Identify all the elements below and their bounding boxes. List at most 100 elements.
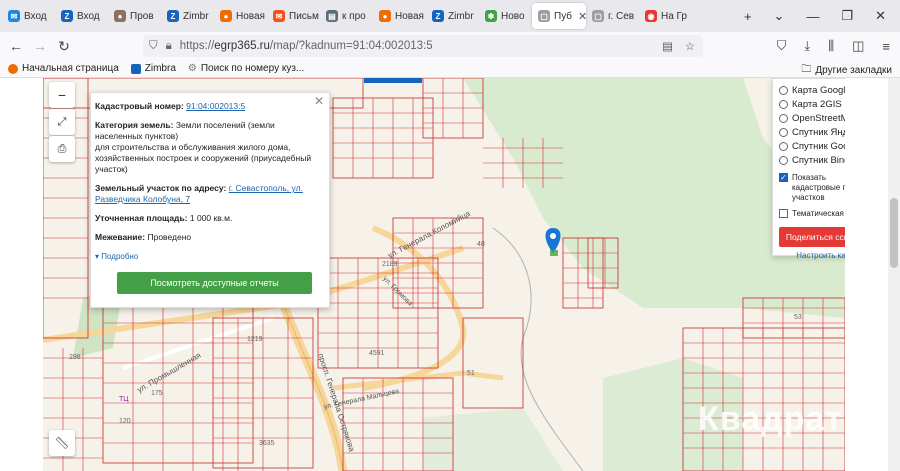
tab-0[interactable]: ✉ Вход [2, 3, 55, 29]
tab-label: Zimbr [448, 10, 474, 22]
owl-icon: ● [114, 10, 126, 22]
menu-icon[interactable]: ≡ [882, 39, 890, 54]
page-gutter-left [0, 78, 43, 471]
window-controls: + ⌄ — ❐ ✕ [744, 0, 900, 32]
show-boundaries-checkbox[interactable]: ✓Показать кадастровые границы участков [779, 173, 845, 203]
tab-10-active[interactable]: ▢ Пуб ✕ [532, 3, 586, 29]
reload-icon[interactable]: ↻ [52, 38, 76, 55]
scroll-thumb[interactable] [890, 198, 898, 268]
toolbar-right: ⛉ ⤓ ⫼ ◫ ≡ [777, 32, 890, 60]
layer-option-google-map[interactable]: Карта Google [779, 83, 845, 97]
tab-label: Вход [24, 10, 47, 22]
zimbra-icon: Z [61, 10, 73, 22]
pocket-icon[interactable]: ⛉ [777, 38, 787, 54]
page-icon: ▢ [592, 10, 604, 22]
doc-icon: ▤ [326, 10, 338, 22]
map-layers-panel: Карта Google Карта 2GIS OpenStreetMap Сп… [772, 78, 845, 260]
parcel-number: 53 [794, 314, 802, 321]
watermark-logo: Квадрат [698, 400, 844, 438]
restore-icon[interactable]: ❐ [841, 8, 853, 24]
firefox-icon: ● [379, 10, 391, 22]
other-bookmarks[interactable]: 🗀︎ Другие закладки [801, 62, 892, 79]
library-icon[interactable]: ⫼ [828, 38, 834, 54]
tab-label: Пуб [554, 10, 573, 22]
mail-icon: ✉ [8, 10, 20, 22]
top-banner-edge [364, 78, 422, 83]
zoom-in-button[interactable]: − [49, 82, 75, 108]
bookmarks-bar: Начальная страница Zimbra ⚙ Поиск по номе… [0, 60, 900, 78]
cadastral-map[interactable]: ул. Генерала Коломийца просп. Генерала О… [43, 78, 845, 471]
parcel-number: 298 [69, 354, 81, 361]
reader-icon[interactable]: ▤ [662, 39, 673, 53]
tab-2[interactable]: ● Пров [108, 3, 161, 29]
location-marker-icon [545, 228, 561, 256]
tab-label: Письм [289, 10, 319, 22]
address-bar[interactable]: ⛉ 🔒︎ https://egrp365.ru/map/?kadnum=91:0… [143, 35, 703, 57]
print-button[interactable]: ⎙ [49, 136, 75, 162]
parcel-number: 48 [477, 241, 485, 248]
close-icon[interactable]: ✕ [578, 10, 586, 23]
tab-bar: ✉ Вход Z Вход ● Пров Z Zimbr ● Новая ✉ Письм ▤… [0, 0, 900, 32]
bookmark-start-page[interactable]: Начальная страница [8, 63, 119, 74]
firefox-icon: ● [220, 10, 232, 22]
view-reports-button[interactable]: Посмотреть доступные отчеты [117, 272, 312, 294]
tab-12[interactable]: ◉ На Гр [639, 3, 692, 29]
tab-9[interactable]: ✱ Ново [479, 3, 532, 29]
tab-label: Новая [395, 10, 424, 22]
details-toggle[interactable]: ▾ Подробно [95, 251, 319, 262]
thematic-map-checkbox[interactable]: Тематическая карта [779, 209, 845, 219]
mail-icon: ✉ [273, 10, 285, 22]
lock-icon[interactable]: 🔒︎ [166, 40, 172, 53]
parcel-number: 2189 [382, 261, 398, 268]
parcel-number: 120 [119, 418, 131, 425]
tab-6[interactable]: ▤ к про [320, 3, 373, 29]
tab-3[interactable]: Z Zimbr [161, 3, 214, 29]
parcel-number: 175 [151, 390, 163, 397]
ruler-button[interactable]: 📏︎ [49, 430, 75, 456]
layer-option-osm[interactable]: OpenStreetMap [779, 111, 845, 125]
bookmark-search[interactable]: ⚙ Поиск по номеру куз... [188, 63, 304, 74]
tab-label: Вход [77, 10, 100, 22]
new-tab-icon[interactable]: + [744, 9, 752, 24]
window-close-icon[interactable]: ✕ [875, 8, 886, 24]
page-scrollbar[interactable] [888, 78, 900, 471]
checkbox[interactable] [779, 209, 788, 218]
page-icon: ▢ [538, 10, 550, 22]
forward-arrow-icon[interactable]: → [28, 38, 52, 54]
zimbra-icon: Z [432, 10, 444, 22]
sidebar-icon[interactable]: ◫ [852, 38, 864, 54]
zimbra-icon [130, 63, 141, 74]
parcel-number: 51 [467, 370, 475, 377]
tab-list-icon[interactable]: ⌄ [774, 8, 785, 24]
tab-8[interactable]: Z Zimbr [426, 3, 479, 29]
layer-option-yandex-sat[interactable]: Спутник Яндекс [779, 125, 845, 139]
parcel-number: 3635 [259, 440, 275, 447]
record-icon: ◉ [645, 10, 657, 22]
back-arrow-icon[interactable]: ← [4, 38, 28, 54]
setup-map-link[interactable]: Настроить карту [779, 251, 845, 260]
tab-11[interactable]: ▢ г. Сев [586, 3, 639, 29]
tab-label: На Гр [661, 10, 687, 22]
parcel-number: 4591 [369, 350, 385, 357]
tab-4[interactable]: ● Новая [214, 3, 267, 29]
tab-label: к про [342, 10, 366, 22]
layer-option-bing-sat[interactable]: Спутник Bing [779, 153, 845, 167]
close-icon[interactable]: ✕ [314, 95, 324, 107]
share-link-button[interactable]: Поделиться ссылкой [779, 227, 845, 247]
tab-7[interactable]: ● Новая [373, 3, 426, 29]
layer-option-google-sat[interactable]: Спутник Google [779, 139, 845, 153]
tab-1[interactable]: Z Вход [55, 3, 108, 29]
bookmark-zimbra[interactable]: Zimbra [130, 63, 176, 74]
zimbra-icon: Z [167, 10, 179, 22]
firefox-icon [8, 63, 18, 74]
shield-icon[interactable]: ⛉ [149, 40, 158, 53]
minimize-icon[interactable]: — [806, 9, 819, 24]
fullscreen-button[interactable]: ⤢ [49, 109, 75, 135]
bookmark-star-icon[interactable]: ☆ [685, 39, 695, 53]
tab-label: Новая [236, 10, 265, 22]
download-icon[interactable]: ⤓ [804, 38, 810, 54]
layer-option-2gis[interactable]: Карта 2GIS [779, 97, 845, 111]
tab-5[interactable]: ✉ Письм [267, 3, 320, 29]
cadastral-number-link[interactable]: 91:04:002013:5 [186, 101, 245, 111]
checkbox[interactable]: ✓ [779, 173, 788, 182]
